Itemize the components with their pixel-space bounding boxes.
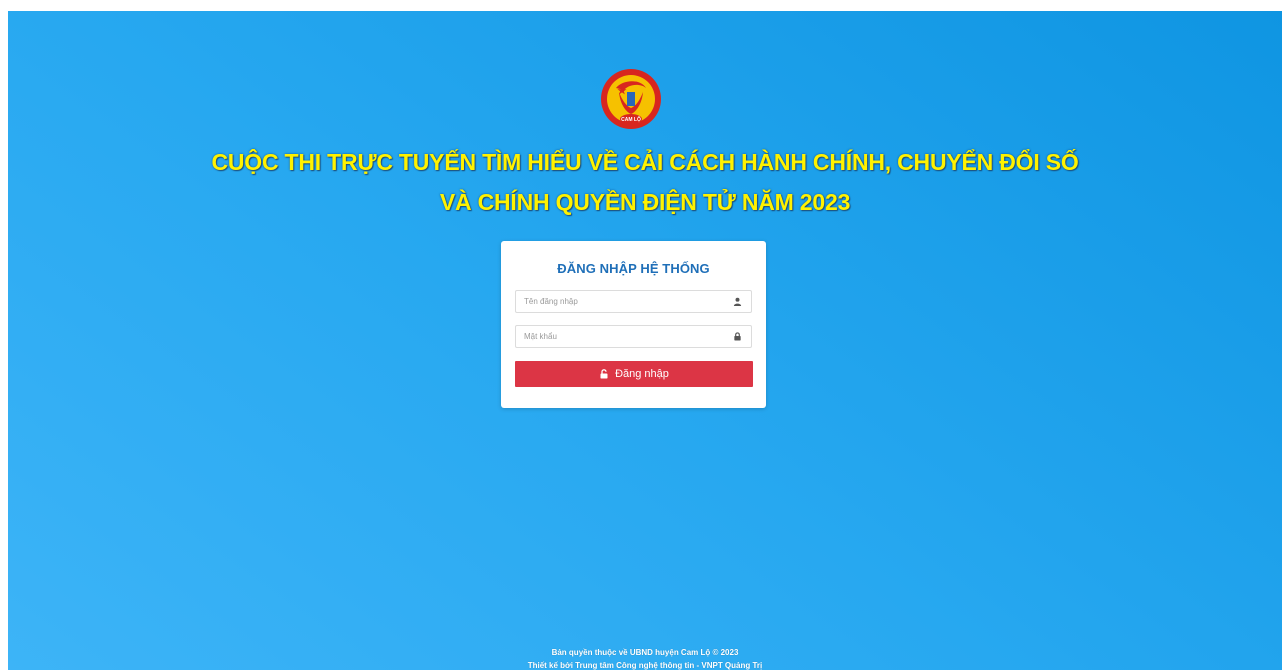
designer-credit: Thiết kế bởi Trung tâm Công nghệ thông t… bbox=[527, 661, 763, 670]
login-form: ĐĂNG NHẬP HỆ THỐNG Đăng nhập bbox=[501, 241, 766, 408]
login-title: ĐĂNG NHẬP HỆ THỐNG bbox=[557, 261, 710, 276]
login-button-label: Đăng nhập bbox=[615, 368, 669, 380]
cam-lo-logo: CAM LỘ bbox=[601, 69, 661, 129]
login-page: CAM LỘ CUỘC THI TRỰC TUYẾN TÌM HIỂU VỀ C… bbox=[8, 11, 1282, 670]
user-icon bbox=[733, 297, 742, 306]
username-field[interactable] bbox=[515, 290, 752, 313]
logo-text: CAM LỘ bbox=[621, 115, 641, 123]
page-title-line-2: VÀ CHÍNH QUYỀN ĐIỆN TỬ NĂM 2023 bbox=[439, 189, 851, 215]
page-title-line-1: CUỘC THI TRỰC TUYẾN TÌM HIỂU VỀ CẢI CÁCH… bbox=[211, 149, 1079, 175]
lock-icon bbox=[734, 332, 741, 341]
password-input[interactable] bbox=[516, 326, 726, 347]
login-button[interactable]: Đăng nhập bbox=[515, 361, 753, 387]
copyright-text: Bản quyền thuộc về UBND huyện Cam Lộ © 2… bbox=[551, 648, 739, 657]
username-input[interactable] bbox=[516, 291, 726, 312]
password-field[interactable] bbox=[515, 325, 752, 348]
unlock-icon bbox=[600, 369, 608, 379]
